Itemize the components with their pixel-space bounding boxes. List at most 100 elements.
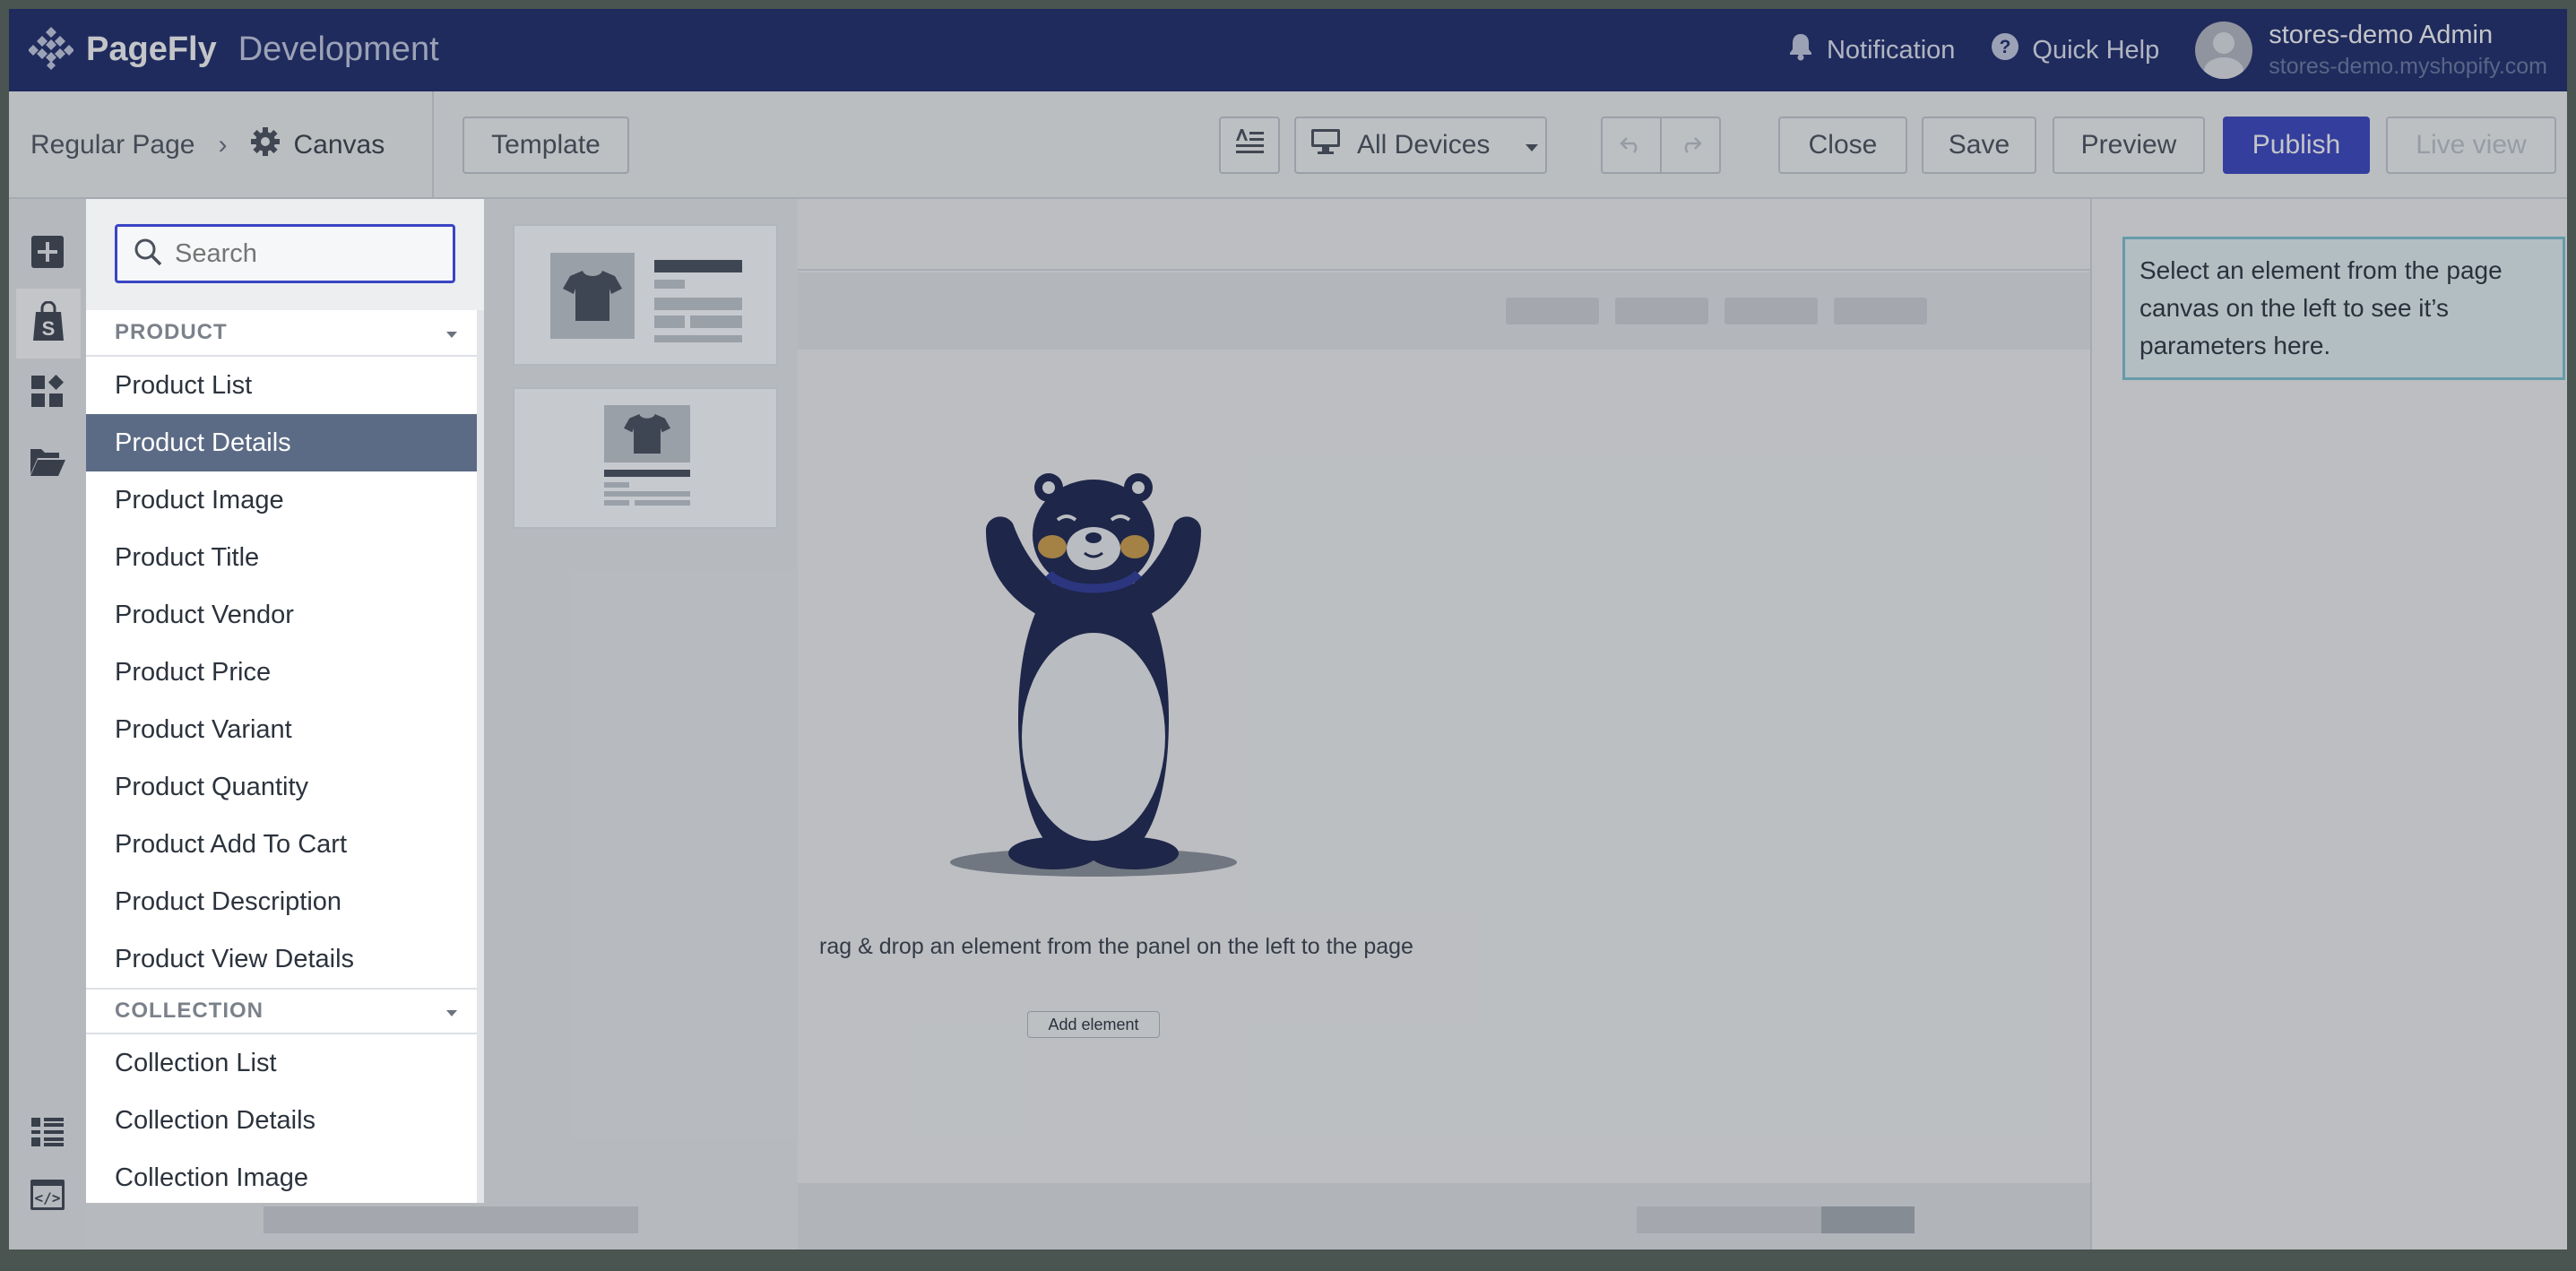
search-icon: [134, 238, 162, 271]
category-header-collection[interactable]: COLLECTION: [86, 988, 477, 1034]
brand-name: PageFly: [86, 30, 217, 68]
bear-mascot-illustration: [941, 468, 1246, 880]
redo-button[interactable]: [1660, 117, 1721, 174]
quick-help-link[interactable]: ? Quick Help: [1991, 32, 2159, 68]
list-item-selected[interactable]: Product Details: [86, 414, 477, 471]
left-icon-rail: S </>: [9, 199, 86, 1249]
search-field[interactable]: [115, 224, 455, 283]
breadcrumb-canvas[interactable]: Canvas: [250, 126, 385, 164]
bell-icon: [1787, 32, 1814, 68]
canvas-placeholder-footer: [264, 1183, 2090, 1249]
tshirt-icon: [624, 411, 670, 462]
product-image-placeholder: [604, 405, 690, 463]
category-header-product[interactable]: PRODUCT: [86, 310, 477, 357]
desktop-icon: [1310, 128, 1341, 162]
quick-help-label: Quick Help: [2032, 35, 2160, 65]
notification-link[interactable]: Notification: [1787, 32, 1955, 68]
product-image-placeholder: [550, 253, 635, 339]
code-rail-button[interactable]: </>: [18, 1167, 77, 1226]
pages-rail-button[interactable]: [18, 434, 77, 493]
notification-label: Notification: [1826, 35, 1956, 65]
page-canvas[interactable]: rag & drop an element from the panel on …: [264, 199, 2090, 1249]
shopify-bag-icon: S: [30, 300, 66, 347]
variant-card-product-vertical[interactable]: [513, 387, 778, 529]
list-item[interactable]: Product List: [86, 357, 477, 414]
pagefly-logo-icon: [28, 25, 74, 74]
inspector-empty-message: Select an element from the page canvas o…: [2122, 237, 2565, 380]
text-placeholder: [654, 335, 742, 342]
avatar[interactable]: [2195, 22, 2253, 79]
sections-rail-button[interactable]: [18, 364, 77, 423]
breadcrumb-page[interactable]: Regular Page: [30, 130, 194, 160]
element-list-scrollbar[interactable]: [477, 310, 484, 801]
element-list[interactable]: PRODUCT Product List Product Details Pro…: [86, 310, 484, 1203]
text-placeholder: [604, 491, 690, 497]
logo[interactable]: PageFly Development: [28, 25, 439, 74]
preview-button[interactable]: Preview: [2053, 117, 2205, 174]
nav-right: Notification ? Quick Help stores-demo Ad…: [1787, 9, 2567, 91]
text-placeholder: [635, 500, 690, 506]
text-placeholder: [690, 316, 742, 328]
text-format-button[interactable]: [1219, 117, 1280, 174]
live-view-button[interactable]: Live view: [2386, 117, 2556, 174]
variant-card-product-horizontal[interactable]: [513, 224, 778, 366]
template-button[interactable]: Template: [462, 117, 629, 174]
publish-button[interactable]: Publish: [2223, 117, 2370, 174]
help-circle-icon: ?: [1991, 32, 2019, 68]
editor-toolbar: Regular Page › Canvas Template All Devic…: [9, 91, 2567, 199]
app-window: PageFly Development Notification ? Quick…: [9, 9, 2567, 1249]
category-label: COLLECTION: [115, 999, 264, 1023]
title-placeholder: [654, 260, 742, 272]
placeholder-nav-item: [1615, 298, 1708, 324]
text-placeholder: [604, 500, 629, 506]
title-placeholder: [604, 470, 690, 477]
search-input[interactable]: [175, 238, 444, 269]
list-item[interactable]: Collection Details: [86, 1092, 477, 1149]
gear-icon: [250, 126, 281, 164]
redo-icon: [1679, 130, 1702, 160]
list-item[interactable]: Product Add To Cart: [86, 816, 477, 873]
save-button[interactable]: Save: [1922, 117, 2036, 174]
list-item[interactable]: Product Title: [86, 529, 477, 586]
text-placeholder: [654, 280, 685, 289]
grid-blocks-icon: [30, 374, 65, 414]
toolbar-divider: [432, 91, 434, 199]
list-item[interactable]: Product Variant: [86, 701, 477, 758]
shopify-rail-button[interactable]: S: [16, 289, 81, 359]
element-variants-column: [484, 199, 798, 1203]
placeholder-footer-bar: [1821, 1206, 1915, 1233]
close-button[interactable]: Close: [1778, 117, 1907, 174]
list-item[interactable]: Product Quantity: [86, 758, 477, 816]
plus-square-icon: [31, 235, 64, 272]
folder-open-icon: [29, 445, 66, 482]
list-layout-icon: [30, 1116, 65, 1153]
canvas-empty-hint: rag & drop an element from the panel on …: [819, 934, 1413, 959]
list-item[interactable]: Product Description: [86, 873, 477, 930]
tshirt-icon: [563, 269, 622, 327]
user-name: stores-demo Admin: [2269, 21, 2494, 49]
list-item[interactable]: Collection List: [86, 1034, 477, 1092]
list-item[interactable]: Product Vendor: [86, 586, 477, 644]
device-select[interactable]: All Devices: [1294, 117, 1547, 174]
placeholder-nav-item: [1725, 298, 1818, 324]
add-element-button[interactable]: Add element: [1027, 1011, 1160, 1038]
undo-icon: [1620, 130, 1643, 160]
canvas-label: Canvas: [293, 130, 385, 160]
text-placeholder: [654, 316, 685, 328]
user-info[interactable]: stores-demo Admin stores-demo.myshopify.…: [2269, 21, 2547, 80]
undo-button[interactable]: [1601, 117, 1662, 174]
environment-label: Development: [238, 30, 439, 68]
svg-text:</>: </>: [35, 1189, 61, 1206]
list-item[interactable]: Product Image: [86, 471, 477, 529]
add-element-rail-button[interactable]: [18, 224, 77, 283]
top-navigation: PageFly Development Notification ? Quick…: [9, 9, 2567, 91]
list-item[interactable]: Product Price: [86, 644, 477, 701]
svg-text:?: ?: [2000, 37, 2011, 57]
text-placeholder: [654, 298, 742, 310]
layers-rail-button[interactable]: [18, 1104, 77, 1163]
placeholder-footer-bar: [1637, 1206, 1821, 1233]
list-item[interactable]: Product View Details: [86, 930, 477, 988]
inspector-panel: Select an element from the page canvas o…: [2090, 199, 2567, 1249]
element-panel: PRODUCT Product List Product Details Pro…: [86, 199, 484, 1203]
list-item[interactable]: Collection Image: [86, 1149, 477, 1203]
